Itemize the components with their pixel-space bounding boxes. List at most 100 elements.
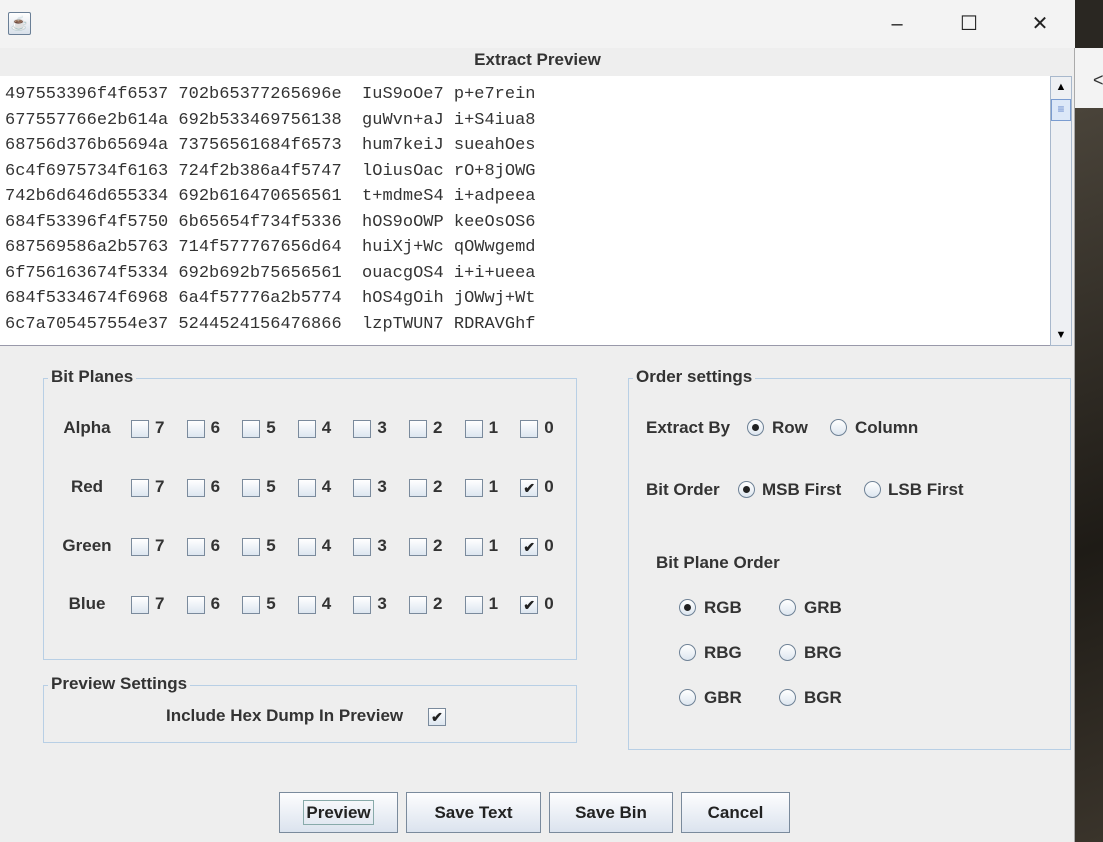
preview-line: 687569586a2b5763 714f577767656d64 huiXj+… [5,238,536,257]
alpha-bit-1-checkbox[interactable] [464,420,483,438]
red-bit-5-checkbox[interactable] [242,479,261,497]
green-bit-2-checkbox[interactable] [409,538,427,556]
preview-line: 68756d376b65694a 73756561684f6573 hum7ke… [5,136,536,155]
red-bit-3-checkbox[interactable] [353,479,372,497]
green-bit-4-checkbox[interactable] [297,538,316,556]
blue-bit-7-checkbox[interactable] [131,596,149,614]
bit-label: 0 [544,418,554,437]
blue-bit-1-checkbox[interactable] [464,596,483,614]
green-bit-0-checkbox[interactable]: ✔ [520,538,539,556]
bit-label: 1 [488,594,499,613]
preview-text: 497553396f4f6537 702b65377265696e IuS9oO… [0,76,1050,337]
java-icon: ☕ [8,12,31,35]
msb-first-radio[interactable] [738,481,755,498]
bit-label: 0 [544,477,554,496]
alpha-bit-6-checkbox[interactable] [186,420,205,438]
blue-bit-5-checkbox[interactable] [242,596,261,614]
alpha-bit-2-checkbox[interactable] [409,420,427,438]
bit-order-label: Bit Order [646,480,720,499]
preview-settings-title: Preview Settings [48,674,191,694]
alpha-bit-5-checkbox[interactable] [242,420,261,438]
channel-label-green: Green [62,536,112,555]
bit-label: 7 [155,536,165,555]
bit-planes-title: Bit Planes [48,367,137,387]
green-bit-5-checkbox[interactable] [242,538,261,556]
alpha-bit-3-checkbox[interactable] [353,420,372,438]
bit-label: 4 [321,418,332,437]
lsb-first-label: LSB First [888,480,964,499]
extract-by-row-radio[interactable] [747,419,764,436]
hex-dump-checkbox[interactable]: ✔ [428,708,446,726]
preview-line: 6f756163674f5334 692b692b75656561 ouacgO… [5,263,536,283]
channel-label-blue: Blue [68,594,106,613]
blue-bit-4-checkbox[interactable] [297,596,316,614]
close-button[interactable]: ✕ [1025,10,1055,38]
blue-bit-3-checkbox[interactable] [353,596,372,614]
channel-label-alpha: Alpha [63,418,111,437]
bit-label: 6 [210,418,221,437]
red-bit-6-checkbox[interactable] [186,479,205,497]
blue-bit-2-checkbox[interactable] [409,596,427,614]
plane-order-bgr-radio[interactable] [779,689,796,706]
plane-order-gbr-radio[interactable] [679,689,696,706]
preview-title: Extract Preview [474,50,601,69]
blue-bit-6-checkbox[interactable] [186,596,205,614]
bit-label: 6 [210,594,221,613]
maximize-button[interactable]: ☐ [954,10,984,38]
bit-label: 3 [377,418,387,437]
preview-line: 684f53396f4f5750 6b65654f734f5336 hOS9oO… [5,212,536,232]
hex-dump-label: Include Hex Dump In Preview [166,706,404,725]
scroll-down-arrow-icon[interactable]: ▼ [1051,325,1071,345]
bit-label: 1 [488,536,499,555]
bit-label: 4 [321,536,332,555]
green-bit-3-checkbox[interactable] [353,538,372,556]
blue-bit-0-checkbox[interactable]: ✔ [520,596,539,614]
save-bin-button[interactable]: Save Bin [549,792,673,833]
bit-label: 5 [266,418,276,437]
preview-line: 6c7a705457554e37 5244524156476866 lzpTWU… [5,314,536,334]
green-bit-7-checkbox[interactable] [131,538,149,556]
red-bit-7-checkbox[interactable] [131,479,149,497]
save-text-button[interactable]: Save Text [406,792,541,833]
preview-button[interactable]: Preview [279,792,398,833]
alpha-bit-0-checkbox[interactable] [520,420,539,438]
lsb-first-radio[interactable] [864,481,881,498]
extract-by-label: Extract By [646,418,731,437]
preview-text-area[interactable]: 497553396f4f6537 702b65377265696e IuS9oO… [0,76,1050,346]
green-bit-6-checkbox[interactable] [186,538,205,556]
extract-by-column-radio[interactable] [830,419,847,436]
plane-order-label: BGR [804,688,842,707]
bit-label: 2 [433,536,443,555]
plane-order-rgb-radio[interactable] [679,599,696,616]
extract-dialog: ☕ – ☐ ✕ Extract Preview 497553396f4f6537… [0,0,1075,842]
plane-order-rbg-radio[interactable] [679,644,696,661]
red-bit-2-checkbox[interactable] [409,479,427,497]
bit-label: 0 [544,536,554,555]
preview-line: 6c4f6975734f6163 724f2b386a4f5747 lOiusO… [5,161,536,181]
bit-label: 5 [266,536,276,555]
bit-label: 4 [321,477,332,496]
alpha-bit-7-checkbox[interactable] [131,420,149,438]
bit-label: 5 [266,477,276,496]
title-bar: ☕ – ☐ ✕ [0,0,1075,48]
bit-label: 2 [433,477,443,496]
red-bit-4-checkbox[interactable] [297,479,316,497]
row-label: Row [772,418,808,437]
minimize-button[interactable]: – [882,10,912,38]
bit-label: 3 [377,477,387,496]
green-bit-1-checkbox[interactable] [464,538,483,556]
msb-first-label: MSB First [762,480,842,499]
bit-plane-order-label: Bit Plane Order [656,553,780,572]
vertical-scrollbar[interactable]: ▲ ≡ ▼ [1050,76,1072,346]
cancel-button[interactable]: Cancel [681,792,790,833]
background-image [1075,108,1103,842]
scroll-thumb[interactable]: ≡ [1051,99,1071,121]
bit-label: 2 [433,594,443,613]
alpha-bit-4-checkbox[interactable] [297,420,316,438]
red-bit-1-checkbox[interactable] [464,479,483,497]
red-bit-0-checkbox[interactable]: ✔ [520,479,539,497]
scroll-up-arrow-icon[interactable]: ▲ [1051,77,1071,97]
plane-order-brg-radio[interactable] [779,644,796,661]
plane-order-grb-radio[interactable] [779,599,796,616]
plane-order-label: GBR [704,688,742,707]
